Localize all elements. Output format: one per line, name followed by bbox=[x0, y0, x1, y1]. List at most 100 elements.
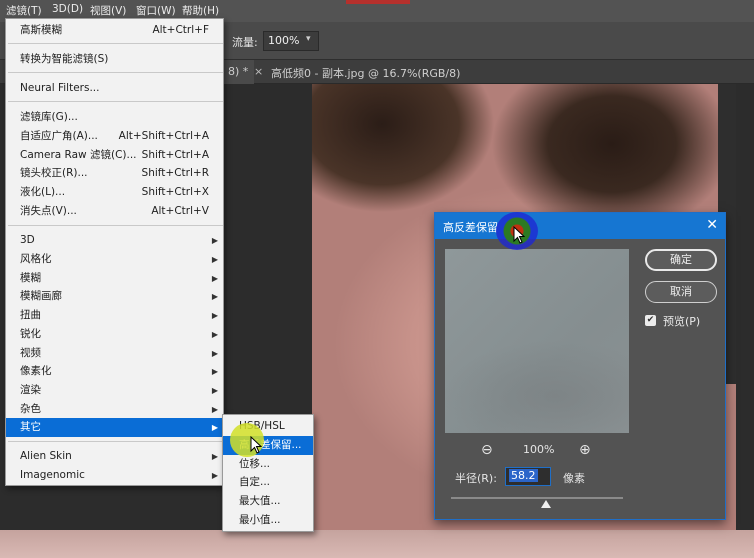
chevron-right-icon: ▶ bbox=[211, 471, 218, 480]
ok-button[interactable]: 确定 bbox=[645, 249, 717, 271]
menu-item-label: 位移... bbox=[239, 458, 271, 470]
dialog-title: 高反差保留 bbox=[443, 221, 498, 234]
zoom-level: 100% bbox=[523, 443, 555, 456]
menu-item-gaussian-blur[interactable]: 高斯模糊 Alt+Ctrl+F bbox=[6, 21, 223, 40]
radius-slider-thumb[interactable] bbox=[541, 500, 551, 508]
menu-item-lens-correction[interactable]: 镜头校正(R)... Shift+Ctrl+R bbox=[6, 164, 223, 183]
zoom-out-icon[interactable]: ⊖ bbox=[481, 442, 493, 458]
menu-divider bbox=[8, 72, 223, 73]
menu-item-label: 渲染 bbox=[20, 384, 41, 396]
menu-item-label: Neural Filters... bbox=[20, 82, 100, 94]
document-tab-label: 8) * bbox=[228, 65, 249, 78]
radius-slider-track[interactable] bbox=[451, 497, 623, 499]
window-indicator bbox=[346, 0, 410, 4]
menu-filter[interactable]: 滤镜(T) bbox=[6, 3, 42, 18]
menu-item-label: 自定... bbox=[239, 476, 271, 488]
menu-item-shortcut: Shift+Ctrl+R bbox=[141, 167, 209, 179]
document-tab-label: 高低频0 - 副本.jpg @ 16.7%(RGB/8) bbox=[271, 67, 461, 80]
menu-item-label: 3D bbox=[20, 234, 35, 246]
radius-value: 58.2 bbox=[509, 469, 538, 482]
radius-unit: 像素 bbox=[563, 472, 585, 485]
zoom-in-icon[interactable]: ⊕ bbox=[579, 442, 591, 458]
checkbox-icon[interactable]: ✔ bbox=[645, 315, 656, 326]
menu-item-label: 消失点(V)... bbox=[20, 205, 77, 217]
submenu-item-minimum[interactable]: 最小值... bbox=[223, 511, 313, 530]
chevron-right-icon: ▶ bbox=[211, 274, 218, 283]
menu-divider bbox=[8, 441, 223, 442]
menu-item-label: 锐化 bbox=[20, 328, 41, 340]
menu-item-vanishing-point[interactable]: 消失点(V)... Alt+Ctrl+V bbox=[6, 202, 223, 221]
menu-item-label: 滤镜库(G)... bbox=[20, 111, 78, 123]
close-icon[interactable]: × bbox=[254, 65, 263, 78]
menu-item-label: 液化(L)... bbox=[20, 186, 66, 198]
filter-menu: 高斯模糊 Alt+Ctrl+F 转换为智能滤镜(S) Neural Filter… bbox=[5, 18, 224, 486]
menu-item-shortcut: Alt+Shift+Ctrl+A bbox=[118, 130, 209, 142]
menu-item-render[interactable]: 渲染 ▶ bbox=[6, 381, 223, 400]
chevron-right-icon: ▶ bbox=[211, 311, 218, 320]
flow-label: 流量: bbox=[232, 36, 258, 49]
menu-item-label: 风格化 bbox=[20, 253, 52, 265]
menu-item-other[interactable]: 其它 ▶ bbox=[6, 418, 223, 437]
menu-item-blur[interactable]: 模糊 ▶ bbox=[6, 269, 223, 288]
menu-item-sharpen[interactable]: 锐化 ▶ bbox=[6, 325, 223, 344]
menu-item-shortcut: Shift+Ctrl+X bbox=[141, 186, 209, 198]
radius-input[interactable]: 58.2 bbox=[505, 467, 551, 486]
chevron-right-icon: ▶ bbox=[211, 405, 218, 414]
menu-item-label: 视频 bbox=[20, 347, 41, 359]
menu-item-camera-raw[interactable]: Camera Raw 滤镜(C)... Shift+Ctrl+A bbox=[6, 146, 223, 165]
menu-item-label: 扭曲 bbox=[20, 309, 41, 321]
menu-divider bbox=[8, 101, 223, 102]
cancel-button[interactable]: 取消 bbox=[645, 281, 717, 303]
menu-item-label: 最大值... bbox=[239, 495, 281, 507]
menu-item-imagenomic[interactable]: Imagenomic ▶ bbox=[6, 466, 223, 485]
menu-3d[interactable]: 3D(D) bbox=[52, 3, 83, 15]
canvas-photo-bottom bbox=[0, 530, 754, 558]
chevron-down-icon[interactable]: ▾ bbox=[306, 34, 311, 44]
menu-item-convert-smart-filter[interactable]: 转换为智能滤镜(S) bbox=[6, 50, 223, 69]
submenu-item-offset[interactable]: 位移... bbox=[223, 455, 313, 474]
menu-item-adaptive-wide-angle[interactable]: 自适应广角(A)... Alt+Shift+Ctrl+A bbox=[6, 127, 223, 146]
dialog-titlebar[interactable]: 高反差保留 ✕ bbox=[435, 213, 725, 239]
close-icon[interactable]: ✕ bbox=[706, 217, 718, 233]
menu-view[interactable]: 视图(V) bbox=[90, 3, 126, 18]
preview-checkbox-label[interactable]: 预览(P) bbox=[663, 313, 700, 329]
menu-item-distort[interactable]: 扭曲 ▶ bbox=[6, 306, 223, 325]
menu-item-label: 模糊 bbox=[20, 272, 41, 284]
menu-item-noise[interactable]: 杂色 ▶ bbox=[6, 400, 223, 419]
menu-item-label: 最小值... bbox=[239, 514, 281, 526]
menu-item-alien-skin[interactable]: Alien Skin ▶ bbox=[6, 447, 223, 466]
chevron-right-icon: ▶ bbox=[211, 255, 218, 264]
menu-divider bbox=[8, 225, 223, 226]
document-tab-1[interactable]: 8) * × bbox=[222, 60, 263, 84]
submenu-item-custom[interactable]: 自定... bbox=[223, 473, 313, 492]
mouse-pointer-icon bbox=[513, 226, 525, 244]
high-pass-dialog: 高反差保留 ✕ 确定 取消 ✔ 预览(P) ⊖ 100% ⊕ 半径(R): 58… bbox=[434, 212, 726, 520]
submenu-item-maximum[interactable]: 最大值... bbox=[223, 492, 313, 511]
menu-item-video[interactable]: 视频 ▶ bbox=[6, 344, 223, 363]
menu-item-pixelate[interactable]: 像素化 ▶ bbox=[6, 362, 223, 381]
filter-preview[interactable] bbox=[445, 249, 629, 433]
menu-help[interactable]: 帮助(H) bbox=[182, 3, 219, 18]
menu-item-label: 其它 bbox=[20, 421, 41, 433]
chevron-right-icon: ▶ bbox=[211, 452, 218, 461]
menu-item-label: 杂色 bbox=[20, 403, 41, 415]
chevron-right-icon: ▶ bbox=[211, 292, 218, 301]
menu-divider bbox=[8, 43, 223, 44]
menu-item-neural-filters[interactable]: Neural Filters... bbox=[6, 79, 223, 98]
menu-item-label: Camera Raw 滤镜(C)... bbox=[20, 149, 137, 161]
chevron-right-icon: ▶ bbox=[211, 423, 218, 432]
menu-item-label: 镜头校正(R)... bbox=[20, 167, 88, 179]
menu-item-liquify[interactable]: 液化(L)... Shift+Ctrl+X bbox=[6, 183, 223, 202]
menu-item-label: Alien Skin bbox=[20, 450, 72, 462]
menu-item-stylize[interactable]: 风格化 ▶ bbox=[6, 250, 223, 269]
menu-item-shortcut: Alt+Ctrl+V bbox=[151, 205, 209, 217]
document-tab-2[interactable]: 高低频0 - 副本.jpg @ 16.7%(RGB/8) bbox=[265, 60, 466, 84]
mouse-pointer-icon bbox=[250, 436, 262, 454]
menu-item-3d[interactable]: 3D ▶ bbox=[6, 231, 223, 250]
menu-item-shortcut: Alt+Ctrl+F bbox=[152, 24, 209, 36]
menu-item-filter-gallery[interactable]: 滤镜库(G)... bbox=[6, 108, 223, 127]
menu-item-label: 模糊画廊 bbox=[20, 290, 62, 302]
menu-window[interactable]: 窗口(W) bbox=[136, 3, 176, 18]
menu-item-blur-gallery[interactable]: 模糊画廊 ▶ bbox=[6, 287, 223, 306]
chevron-right-icon: ▶ bbox=[211, 236, 218, 245]
